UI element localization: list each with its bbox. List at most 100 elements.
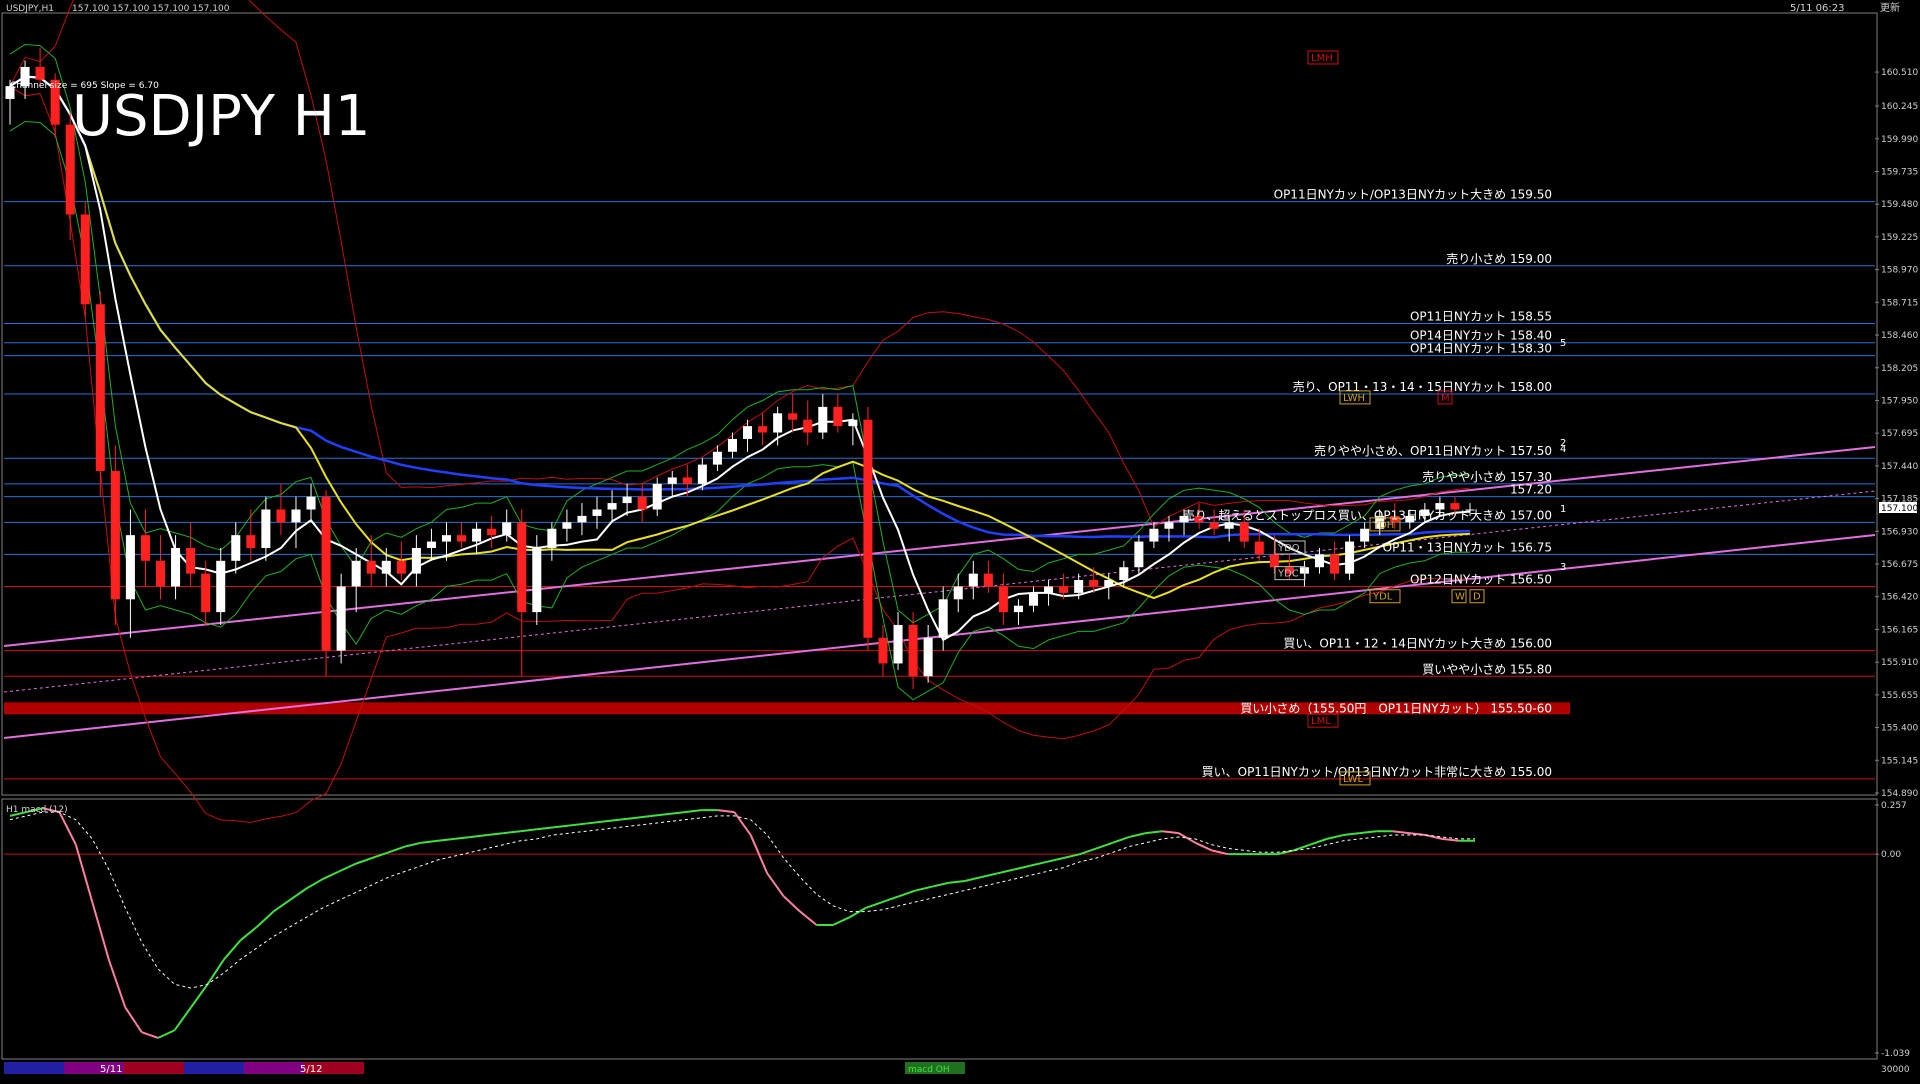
candle-body [893,624,903,664]
level-label: 売りやや小さめ 157.30 [1422,469,1552,484]
candle-body [381,560,391,574]
macd-line-segment [173,1006,192,1031]
candle-body [712,451,722,465]
level-label: 売りやや小さめ、OP11日NYカット 157.50 [1314,443,1552,458]
price-tick-label: 158.205 [1881,364,1918,374]
price-tick-label: 159.225 [1881,233,1918,243]
candle-body [110,471,120,600]
macd-oh-label: macd OH [908,1065,950,1075]
chart-root[interactable]: USDJPY,H1 157.100 157.100 157.100 157.10… [0,0,1920,1080]
level-label: 買い小さめ（155.50円 OP11日NYカット） 155.50-60 [1240,701,1552,715]
macd-line-segment [1096,841,1114,850]
level-label: OP11日NYカット/OP13日NYカット大きめ 159.50 [1274,188,1552,202]
price-tick-label: 160.245 [1881,102,1918,112]
macd-line-segment [190,983,209,1008]
price-tick-label: 156.420 [1881,593,1918,603]
last-price-value: 157.100 [1881,504,1918,514]
macd-line-segment [58,811,77,846]
macd-pane-frame [1,798,1878,1060]
macd-line-segment [74,844,94,903]
macd-line-segment [898,889,916,898]
channel-mark: 3 [1560,562,1566,573]
macd-line-segment [355,857,373,865]
candle-body [682,477,692,484]
candle-body [216,560,226,613]
macd-line-segment [536,826,554,831]
macd-line-segment [586,820,603,825]
candle-body [502,522,512,536]
price-axis: 160.510 160.245 159.990 159.735 159.480 159.2… [1875,68,1918,799]
macd-line-segment [404,841,422,848]
macd-signal-line [9,811,1475,989]
tag-label: LML [1311,716,1331,727]
macd-line-segment [1392,830,1410,835]
macd-line-segment [239,926,258,942]
price-chart[interactable]: USDJPY,H1 157.100 157.100 157.100 157.10… [0,0,1920,1080]
tag-label: LWH [1343,393,1365,404]
candle-body [1149,528,1159,542]
ohlc-readout: 157.100 157.100 157.100 157.100 [72,4,230,14]
macd-line-segment [766,872,785,897]
macd-line-segment [668,811,686,815]
candle-body [156,560,166,587]
candle-body [321,496,331,651]
session-block [184,1062,244,1074]
candle-body [1209,522,1219,529]
macd-line-segment [371,851,389,859]
macd-line-segment [1063,853,1081,859]
macd-line-segment [1441,837,1459,842]
session-date-label: 5/11 [100,1064,122,1075]
candle-body [1330,554,1340,574]
candle-body [171,547,181,587]
macd-line-segment [865,901,883,909]
macd-line-segment [882,895,900,903]
macd-line-segment [1409,832,1426,837]
macd-line-segment [454,835,472,840]
candle-body [622,496,632,504]
candle-body [848,419,858,427]
candle-body [908,624,918,677]
candle-body [1345,541,1355,574]
level-label: 157.20 [1510,483,1552,497]
tag-label: YDL [1372,592,1393,603]
level-label: OP12日NYカット 156.50 [1410,572,1552,586]
candle-body [1299,567,1309,574]
macd-line-segment [272,899,291,913]
candle-body [833,406,843,427]
macd-line-segment [503,830,521,835]
macd-line-segment [1178,832,1196,844]
tag-label: LWL [1343,774,1364,785]
macd-line-segment [733,811,752,836]
macd-line-segment [717,809,735,814]
tag-label: YDC [1277,569,1299,580]
candle-body [457,535,467,542]
macd-line-segment [305,878,324,890]
level-label: OP11・13日NYカット 156.75 [1383,540,1552,554]
candle-body [697,464,707,484]
upper-band-line [9,0,1471,528]
candle-body [1119,567,1129,581]
candle-body [426,541,436,548]
candle-body [607,503,617,510]
candle-body [396,560,406,574]
price-tick-label: 157.950 [1881,396,1918,406]
session-block [4,1062,64,1074]
macd-line-segment [684,809,702,814]
level-label: 売り小さめ 159.00 [1446,251,1552,266]
candle-body [803,419,813,433]
price-tick-label: 159.990 [1881,135,1918,145]
macd-line-segment [602,818,620,823]
candle-body [95,304,105,472]
current-datetime: 5/11 06:23 [1790,3,1844,14]
candle-body [366,560,376,574]
price-tick-label: 157.440 [1881,462,1918,472]
macd-line-segment [206,958,225,985]
macd-line-segment [948,879,965,884]
price-tick-label: 158.460 [1881,331,1918,341]
macd-line-segment [569,822,587,827]
price-tick-label: 156.930 [1881,527,1918,537]
level-label: 買い、OP11日NYカット/OP13日NYカット非常に大きめ 155.00 [1202,765,1552,779]
price-tick-label: 156.675 [1881,560,1918,570]
macd-line-segment [1326,834,1344,840]
session-block [124,1062,184,1074]
